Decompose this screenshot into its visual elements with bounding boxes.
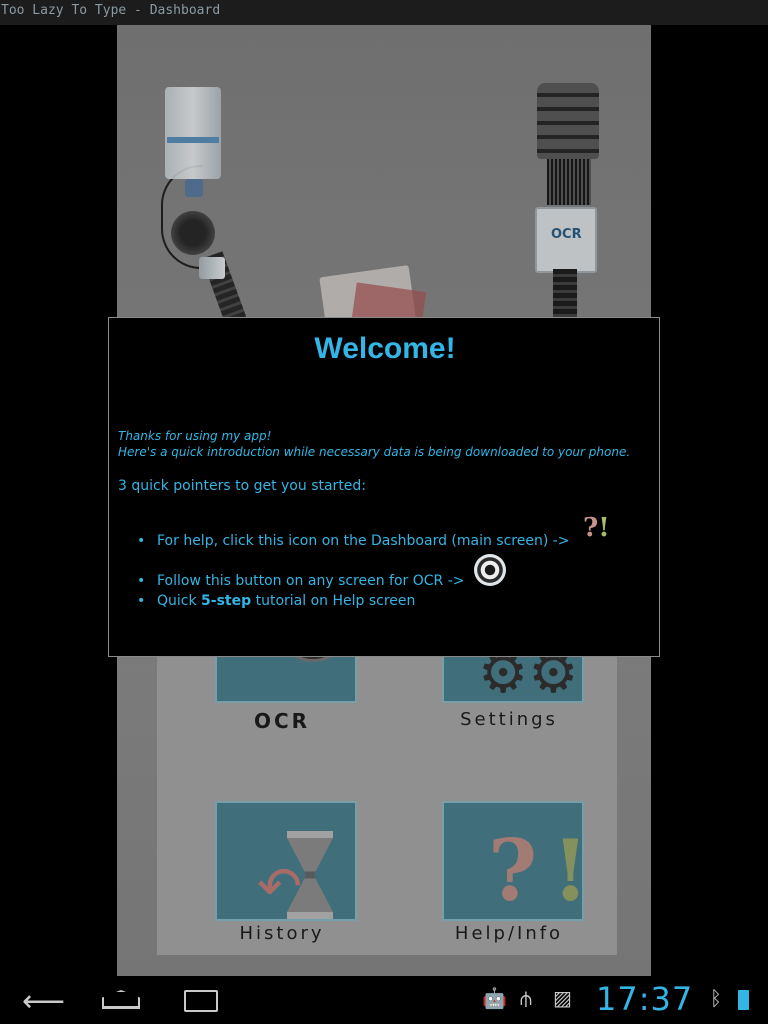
usb-icon: ⫛ <box>520 986 532 1010</box>
window-titlebar: Too Lazy To Type - Dashboard <box>0 0 768 25</box>
back-icon[interactable]: ⟵ <box>22 984 65 1019</box>
bullet-tutorial: Quick 5-step tutorial on Help screen <box>137 593 416 609</box>
help-exclamation-glyph: ! <box>598 513 610 543</box>
tutorial-bold: 5-step <box>201 593 252 609</box>
welcome-dialog[interactable]: Welcome! Thanks for using my app! Here's… <box>108 317 660 657</box>
android-debug-icon: 🤖 <box>482 986 507 1010</box>
tutorial-prefix: Quick <box>157 593 202 609</box>
help-question-glyph: ? <box>583 513 599 543</box>
recent-apps-icon[interactable] <box>184 990 218 1012</box>
dialog-intro: Thanks for using my app! Here's a quick … <box>118 428 630 460</box>
ocr-button-icon <box>474 554 506 586</box>
intro-line-2: Here's a quick introduction while necess… <box>118 445 631 459</box>
system-navbar: ⟵ 🤖 ⫛ ▨ 17:37 ᛒ <box>0 976 768 1024</box>
window-title: Too Lazy To Type - Dashboard <box>1 3 221 18</box>
intro-line-1: Thanks for using my app! <box>118 429 272 443</box>
bullet-help: For help, click this icon on the Dashboa… <box>137 533 570 549</box>
image-notification-icon: ▨ <box>553 986 572 1010</box>
tutorial-suffix: tutorial on Help screen <box>251 593 416 609</box>
bluetooth-icon: ᛒ <box>710 986 722 1010</box>
pointers-heading: 3 quick pointers to get you started: <box>118 478 367 494</box>
dialog-title: Welcome! <box>314 332 456 365</box>
home-icon[interactable] <box>102 990 140 1009</box>
help-icon: ?! <box>583 513 610 543</box>
status-clock: 17:37 <box>596 980 694 1018</box>
battery-icon <box>738 990 749 1010</box>
bullet-ocr: Follow this button on any screen for OCR… <box>137 573 464 589</box>
